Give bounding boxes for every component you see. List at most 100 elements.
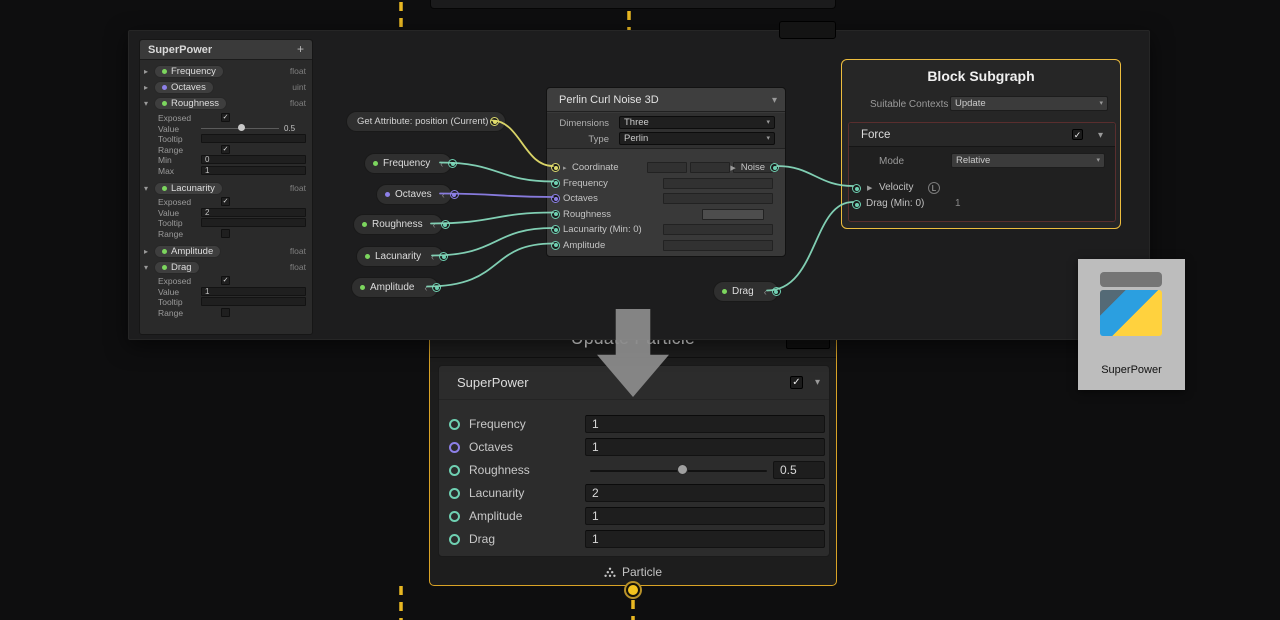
- type-dot-icon: [362, 222, 367, 227]
- property-type: float: [290, 246, 310, 256]
- blackboard-property-lacunarity[interactable]: ▾ Lacunarity float: [144, 181, 310, 195]
- exposed-checkbox[interactable]: ✓: [221, 197, 230, 206]
- amplitude-input[interactable]: 1: [585, 507, 825, 525]
- caret-icon[interactable]: ▾: [144, 184, 154, 193]
- caret-icon[interactable]: ▸: [144, 67, 154, 76]
- drag-port[interactable]: [449, 534, 460, 545]
- parameter-node-lacunarity[interactable]: Lacunarity‹: [356, 246, 444, 267]
- property-pill[interactable]: Roughness: [154, 97, 227, 110]
- velocity-input-port[interactable]: [852, 184, 861, 193]
- type-dot-icon: [162, 69, 167, 74]
- position-output-port[interactable]: [490, 117, 499, 126]
- octaves-port[interactable]: [449, 442, 460, 453]
- get-attribute-node[interactable]: Get Attribute: position (Current): [346, 111, 506, 132]
- tooltip-input[interactable]: [201, 297, 306, 306]
- roughness-slider-handle[interactable]: [677, 464, 688, 475]
- dropdown-caret-icon: ▾: [766, 133, 770, 144]
- block-enabled-checkbox[interactable]: ✓: [790, 376, 803, 389]
- min-input[interactable]: 0: [201, 155, 306, 164]
- blackboard-header: SuperPower +: [140, 40, 312, 60]
- blackboard-property-roughness[interactable]: ▾ Roughness float: [144, 96, 310, 110]
- parameter-output-port[interactable]: [772, 287, 781, 296]
- force-block[interactable]: Force ✓ ▾ Mode Relative ▾ ▶ Velocity L: [848, 122, 1116, 222]
- block-collapse-chevron-icon[interactable]: ▾: [815, 377, 820, 388]
- exposed-checkbox[interactable]: ✓: [221, 113, 230, 122]
- row-label: Roughness: [469, 463, 530, 477]
- parameter-node-frequency[interactable]: Frequency‹: [364, 153, 452, 174]
- parameter-node-drag[interactable]: Drag‹: [713, 281, 779, 302]
- range-checkbox[interactable]: [221, 308, 230, 317]
- lacunarity-input[interactable]: 2: [585, 484, 825, 502]
- mode-dropdown[interactable]: Relative ▾: [951, 153, 1105, 168]
- blackboard-property-drag[interactable]: ▾ Drag float: [144, 260, 310, 274]
- roughness-port[interactable]: [449, 465, 460, 476]
- parameter-output-port[interactable]: [441, 220, 450, 229]
- property-pill[interactable]: Amplitude: [154, 245, 221, 258]
- amplitude-input-port[interactable]: [551, 241, 560, 250]
- roughness-value-input[interactable]: 0.5: [773, 461, 825, 479]
- frequency-input[interactable]: 1: [585, 415, 825, 433]
- blackboard-property-amplitude[interactable]: ▸ Amplitude float: [144, 244, 310, 258]
- parameter-output-port[interactable]: [448, 159, 457, 168]
- parameter-output-port[interactable]: [432, 283, 441, 292]
- blackboard-property-frequency[interactable]: ▸ Frequency float: [144, 64, 310, 78]
- parameter-node-octaves[interactable]: Octaves‹: [376, 184, 452, 205]
- lacunarity-input-port[interactable]: [551, 225, 560, 234]
- suitable-contexts-dropdown[interactable]: Update ▾: [950, 96, 1108, 111]
- parameter-node-roughness[interactable]: Roughness‹: [353, 214, 443, 235]
- octaves-input[interactable]: 1: [585, 438, 825, 456]
- type-dropdown[interactable]: Perlin ▾: [619, 132, 775, 145]
- collapse-icon[interactable]: ‹: [764, 287, 767, 297]
- noise-output-port[interactable]: [770, 163, 779, 172]
- range-checkbox[interactable]: [221, 229, 230, 238]
- parameter-output-port[interactable]: [450, 190, 459, 199]
- collapse-icon[interactable]: ‹: [442, 190, 445, 200]
- dimensions-dropdown[interactable]: Three ▾: [619, 116, 775, 129]
- collapse-icon[interactable]: ‹: [431, 252, 434, 262]
- property-pill[interactable]: Octaves: [154, 81, 214, 94]
- max-input[interactable]: 1: [201, 166, 306, 175]
- frequency-port[interactable]: [449, 419, 460, 430]
- add-property-button[interactable]: +: [297, 42, 304, 56]
- force-enabled-checkbox[interactable]: ✓: [1072, 129, 1083, 140]
- coordinate-input-port[interactable]: [551, 163, 560, 172]
- caret-icon[interactable]: ▾: [144, 263, 154, 272]
- tooltip-input[interactable]: [201, 218, 306, 227]
- parameter-node-amplitude[interactable]: Amplitude‹: [351, 277, 439, 298]
- blackboard-property-octaves[interactable]: ▸ Octaves uint: [144, 80, 310, 94]
- expander-icon[interactable]: ▶: [867, 184, 872, 192]
- property-pill[interactable]: Drag: [154, 261, 200, 274]
- expander-icon[interactable]: ▸: [563, 164, 567, 172]
- exposed-checkbox[interactable]: ✓: [221, 276, 230, 285]
- value-input[interactable]: 1: [201, 287, 306, 296]
- property-name: Lacunarity: [171, 183, 215, 194]
- value-readout[interactable]: 0.5: [284, 124, 295, 133]
- superpower-asset-tile[interactable]: SuperPower: [1078, 259, 1185, 390]
- octaves-input-port[interactable]: [551, 194, 560, 203]
- drag-input-port[interactable]: [852, 200, 861, 209]
- frequency-input-port[interactable]: [551, 179, 560, 188]
- caret-icon[interactable]: ▸: [144, 83, 154, 92]
- roughness-input-port[interactable]: [551, 210, 560, 219]
- particle-flow-anchor[interactable]: [626, 583, 640, 597]
- property-pill[interactable]: Lacunarity: [154, 182, 223, 195]
- lacunarity-port[interactable]: [449, 488, 460, 499]
- collapse-icon[interactable]: ‹: [433, 220, 436, 230]
- type-dot-icon: [162, 101, 167, 106]
- amplitude-port[interactable]: [449, 511, 460, 522]
- force-collapse-chevron-icon[interactable]: ▾: [1098, 130, 1103, 141]
- collapse-icon[interactable]: ‹: [440, 159, 443, 169]
- caret-icon[interactable]: ▸: [144, 247, 154, 256]
- perlin-curl-noise-node[interactable]: Perlin Curl Noise 3D ▾ Dimensions Three …: [546, 87, 786, 257]
- collapse-icon[interactable]: ‹: [424, 283, 427, 293]
- property-type: float: [290, 183, 310, 193]
- caret-icon[interactable]: ▾: [144, 99, 154, 108]
- parameter-output-port[interactable]: [439, 252, 448, 261]
- tooltip-input[interactable]: [201, 134, 306, 143]
- property-pill[interactable]: Frequency: [154, 65, 224, 78]
- value-input[interactable]: 2: [201, 208, 306, 217]
- node-collapse-chevron-icon[interactable]: ▾: [772, 95, 777, 106]
- value-slider-handle[interactable]: [238, 124, 245, 131]
- range-checkbox[interactable]: ✓: [221, 145, 230, 154]
- drag-input[interactable]: 1: [585, 530, 825, 548]
